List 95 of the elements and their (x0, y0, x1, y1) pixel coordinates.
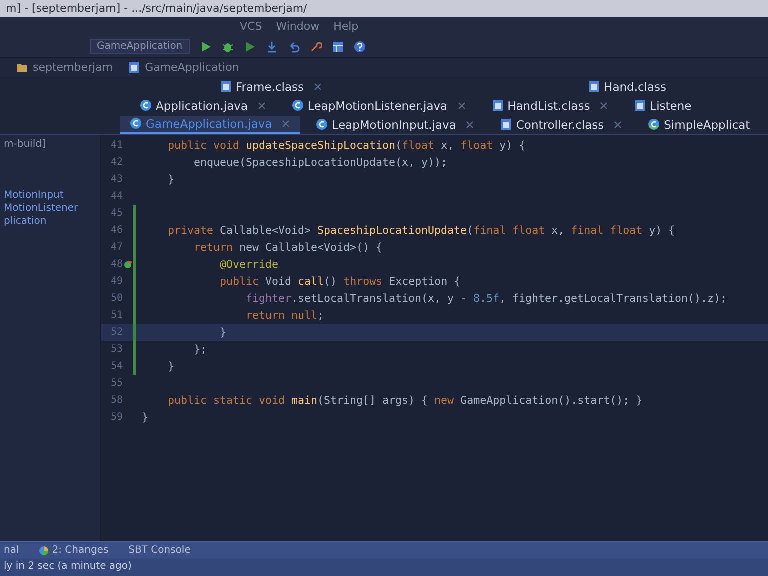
editor-tab[interactable]: LeapMotionInput.java (306, 116, 484, 132)
line-number: 50 (110, 293, 123, 304)
run-configuration-dropdown[interactable]: GameApplication (90, 39, 190, 54)
close-icon[interactable] (614, 120, 622, 128)
code-line: enqueue(SpaceshipLocationUpdate(x, y)); (193, 156, 448, 169)
play-icon[interactable] (200, 40, 212, 52)
change-marker[interactable] (133, 324, 136, 341)
code-line: public Void call() throws Exception { (219, 275, 461, 288)
help-icon[interactable] (354, 40, 366, 52)
grid-icon[interactable] (332, 40, 344, 52)
editor-tab[interactable]: Listene (624, 98, 708, 114)
class-icon (316, 118, 328, 131)
change-marker[interactable] (133, 341, 136, 358)
editor-tab[interactable]: Application.java (130, 98, 276, 114)
code-line: public void updateSpaceShipLocation(float x, float y) { (167, 139, 526, 152)
undo-icon[interactable] (288, 40, 300, 52)
line-number: 46 (110, 225, 123, 236)
change-marker[interactable] (133, 307, 136, 324)
project-node[interactable]: m-build] (4, 139, 96, 150)
editor-tab[interactable]: SimpleApplicat (638, 116, 766, 132)
change-marker[interactable] (133, 222, 136, 239)
code-line: } (142, 411, 149, 424)
code-line: } (219, 326, 227, 339)
editor-tab[interactable]: GameApplication.java (120, 116, 300, 134)
close-icon[interactable] (314, 82, 322, 90)
application-icon (648, 118, 660, 131)
close-icon[interactable] (600, 102, 608, 110)
line-number: 59 (110, 412, 123, 423)
project-node[interactable]: MotionListener (4, 203, 96, 214)
code-line: return null; (245, 309, 324, 322)
editor-tab[interactable]: Frame.class (210, 78, 332, 94)
code-line: fighter.setLocalTranslation(x, y - 8.5f, fighter.getLocalTranslation().z); (245, 292, 728, 305)
change-marker[interactable] (133, 358, 136, 375)
line-number: 52 (110, 327, 123, 338)
editor-tab[interactable]: Controller.class (490, 116, 632, 132)
close-icon[interactable] (466, 120, 474, 128)
close-icon[interactable] (282, 120, 290, 128)
line-number: 54 (110, 361, 123, 372)
code-line: @Override (219, 258, 279, 271)
change-marker[interactable] (133, 273, 136, 290)
class-file-icon (128, 61, 140, 74)
status-message: ly in 2 sec (a minute ago) (0, 559, 768, 576)
change-marker[interactable] (133, 205, 136, 222)
line-number: 48 (110, 259, 123, 270)
menu-item[interactable]: Help (334, 20, 359, 33)
code-line: } (167, 360, 175, 373)
tool-window-tab[interactable]: 2: Changes (39, 545, 109, 556)
breadcrumb[interactable]: septemberjam (33, 61, 114, 74)
code-line: private Callable<Void> SpaceshipLocationUpdate(final float x, final float y) { (167, 224, 676, 237)
line-number: 55 (110, 378, 123, 389)
class-icon (292, 99, 304, 112)
changes-icon (39, 546, 50, 556)
menu-item[interactable]: VCS (240, 20, 262, 33)
change-marker[interactable] (133, 256, 136, 273)
line-number: 44 (110, 191, 123, 202)
play-icon[interactable] (244, 40, 256, 52)
line-number: 41 (110, 140, 123, 151)
download-icon[interactable] (266, 40, 278, 52)
change-marker[interactable] (133, 290, 136, 307)
line-number: 49 (110, 276, 123, 287)
editor-tab[interactable]: HandList.class (482, 98, 618, 114)
folder-icon (16, 61, 28, 74)
class-file-icon (500, 118, 512, 131)
menu-item[interactable]: Window (276, 20, 320, 33)
line-number: 45 (110, 208, 123, 219)
window-title: m] - [septemberjam] - .../src/main/java/septemberjam/ (0, 0, 768, 17)
breadcrumb[interactable]: GameApplication (145, 61, 240, 74)
line-number: 53 (110, 344, 123, 355)
line-number: 43 (110, 174, 123, 185)
line-number: 47 (110, 242, 123, 253)
code-line: public static void main(String[] args) { new GameApplication().start(); } (167, 394, 643, 407)
close-icon[interactable] (258, 102, 266, 110)
editor-tab[interactable]: Hand.class (578, 78, 683, 94)
change-marker[interactable] (133, 239, 136, 256)
wrench-icon[interactable] (310, 40, 322, 52)
class-icon (130, 117, 142, 130)
project-node[interactable]: MotionInput (4, 190, 96, 201)
editor-tab[interactable]: LeapMotionListener.java (282, 98, 476, 114)
bug-icon[interactable] (222, 40, 234, 52)
code-line: }; (193, 343, 208, 356)
class-file-icon (588, 80, 600, 93)
code-line: return new Callable<Void>() { (193, 241, 383, 254)
project-node[interactable]: plication (4, 216, 96, 227)
line-number: 51 (110, 310, 123, 321)
class-file-icon (634, 99, 646, 112)
class-file-icon (492, 99, 504, 112)
override-marker-icon[interactable] (124, 260, 132, 268)
class-file-icon (220, 80, 232, 93)
class-icon (140, 99, 152, 112)
code-line: } (167, 173, 175, 186)
close-icon[interactable] (458, 102, 466, 110)
tool-window-tab[interactable]: SBT Console (128, 545, 191, 556)
line-number: 58 (110, 395, 123, 406)
tool-window-tab[interactable]: nal (4, 545, 20, 556)
line-number: 42 (110, 157, 123, 168)
